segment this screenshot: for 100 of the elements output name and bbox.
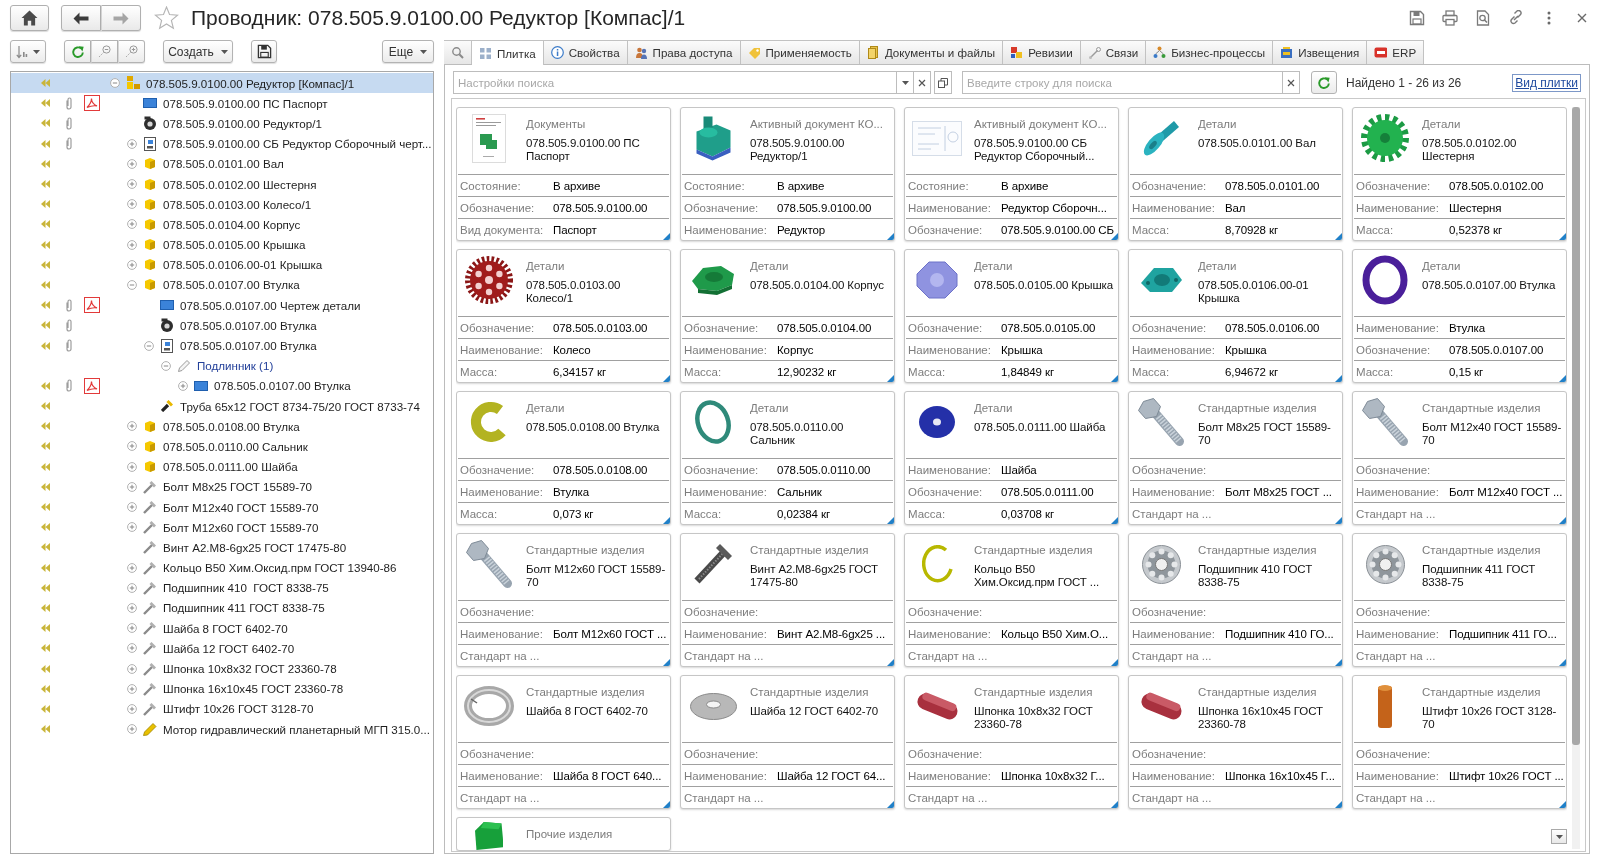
tab[interactable]: Ревизии: [1003, 40, 1081, 64]
search-settings-field[interactable]: Настройки поиска: [453, 71, 897, 94]
tile-card[interactable]: Стандартные изделия Подшипник 411 ГОСТ 8338-75 Обозначение: Наименование: Подшипник 411 ГО... Стандарт на ...: [1352, 533, 1567, 667]
tile-card[interactable]: Активный документ КО... 078.505.9.0100.00 Редуктор/1 Состояние: В архиве Обозначение: 078.505.9.0100.00 Наименование: Редуктор: [680, 107, 895, 241]
tree-item[interactable]: 078.505.0.0108.00 Втулка: [11, 416, 433, 437]
tile-card[interactable]: Стандартные изделия Шпонка 10х8х32 ГОСТ 23360-78 Обозначение: Наименование: Шпонка 10х8х32 Г... Стандарт на ...: [904, 675, 1119, 809]
expand-icon[interactable]: [127, 138, 137, 149]
expand-icon[interactable]: [127, 481, 137, 492]
tree-item[interactable]: Штифт 10х26 ГОСТ 3128-70: [11, 698, 433, 719]
tree-item[interactable]: Кольцо В50 Хим.Оксид.прм ГОСТ 13940-86: [11, 557, 433, 578]
tree-item[interactable]: 078.505.0.0106.00-01 Крышка: [11, 254, 433, 275]
tile-card[interactable]: Детали 078.505.0.0104.00 Корпус Обозначение: 078.505.0.0104.00 Наименование: Корпус Масса: 12,90232 кг: [680, 249, 895, 383]
print-icon[interactable]: [1442, 10, 1458, 26]
preview-icon[interactable]: [1475, 10, 1491, 26]
zoom-out-button[interactable]: [91, 40, 118, 63]
tab[interactable]: Связи: [1080, 40, 1147, 64]
tree-item[interactable]: 078.505.0.0105.00 Крышка: [11, 234, 433, 255]
paperclip-icon[interactable]: [66, 96, 72, 110]
tree-item[interactable]: Шпонка 10х8х32 ГОСТ 23360-78: [11, 658, 433, 679]
expand-icon[interactable]: [127, 562, 137, 573]
tile-card[interactable]: Стандартные изделия Шайба 8 ГОСТ 6402-70 Обозначение: Наименование: Шайба 8 ГОСТ 640... Стандарт на ...: [456, 675, 671, 809]
tree-item[interactable]: 078.505.9.0100.00 ПС Паспорт: [11, 93, 433, 114]
star-icon[interactable]: [154, 6, 179, 30]
tree-item[interactable]: 078.505.0.0107.00 Чертеж детали: [11, 295, 433, 316]
paperclip-icon[interactable]: [66, 298, 72, 312]
sort-button[interactable]: [10, 40, 46, 63]
tab[interactable]: Документы и файлы: [859, 40, 1004, 64]
tree-item[interactable]: 078.505.0.0107.00 Втулка: [11, 375, 433, 396]
refresh-button[interactable]: [64, 40, 91, 63]
tree-item[interactable]: 078.505.9.0100.00 Редуктор [Компас]/1: [11, 73, 433, 94]
tree-item[interactable]: 078.505.0.0104.00 Корпус: [11, 214, 433, 235]
expand-icon[interactable]: [178, 380, 188, 391]
expand-icon[interactable]: [127, 199, 137, 210]
expand-icon[interactable]: [127, 502, 137, 513]
tile-card[interactable]: Стандартные изделия Болт М12х60 ГОСТ 15589-70 Обозначение: Наименование: Болт М12х60 ГОСТ ... Стандарт на ...: [456, 533, 671, 667]
tile-card[interactable]: Детали 078.505.0.0102.00 Шестерня Обозначение: 078.505.0.0102.00 Наименование: Шестерня Масса: 0,52378 кг: [1352, 107, 1567, 241]
tree-item[interactable]: 078.505.0.0102.00 Шестерня: [11, 173, 433, 195]
expand-icon[interactable]: [127, 421, 137, 432]
tile-card[interactable]: Детали 078.505.0.0105.00 Крышка Обозначение: 078.505.0.0105.00 Наименование: Крышка Масса: 1,84849 кг: [904, 249, 1119, 383]
tile-card[interactable]: Прочие изделия: [456, 817, 671, 851]
tile-card[interactable]: Стандартные изделия Болт М12х40 ГОСТ 15589-70 Обозначение: Наименование: Болт М12х40 ГОСТ ... Стандарт на ...: [1352, 391, 1567, 525]
tree-item[interactable]: Винт А2.М8-6gх25 ГОСТ 17475-80: [11, 537, 433, 558]
tab[interactable]: Плитка: [472, 40, 544, 65]
more-button[interactable]: Еще: [382, 40, 434, 63]
expand-icon[interactable]: [127, 461, 137, 472]
tree-item[interactable]: 078.505.0.0107.00 Втулка: [11, 315, 433, 336]
tab[interactable]: Бизнес-процессы: [1146, 40, 1274, 64]
expand-icon[interactable]: [127, 179, 137, 190]
tile-card[interactable]: Детали 078.505.0.0106.00-01 Крышка Обозначение: 078.505.0.0106.00 Наименование: Крышка Масса: 6,94672 кг: [1128, 249, 1343, 383]
link-icon[interactable]: [1508, 10, 1524, 26]
collapse-icon[interactable]: [144, 340, 154, 351]
tree-item[interactable]: Шпонка 16х10х45 ГОСТ 23360-78: [11, 678, 433, 699]
copy-button[interactable]: [934, 71, 952, 94]
refresh-button[interactable]: [1311, 71, 1337, 94]
tree-item[interactable]: 078.505.0.0107.00 Втулка: [11, 274, 433, 296]
create-button[interactable]: Создать: [163, 40, 233, 63]
paperclip-icon[interactable]: [66, 318, 72, 332]
expand-icon[interactable]: [127, 623, 137, 634]
collapse-icon[interactable]: [127, 279, 137, 290]
tree-item[interactable]: 078.505.0.0110.00 Сальник: [11, 436, 433, 457]
tile-card[interactable]: Стандартные изделия Шайба 12 ГОСТ 6402-70 Обозначение: Наименование: Шайба 12 ГОСТ 64... Стандарт на ...: [680, 675, 895, 809]
home-button[interactable]: [10, 5, 49, 31]
collapse-icon[interactable]: [110, 78, 120, 89]
tile-card[interactable]: Детали 078.505.0.0103.00 Колесо/1 Обозначение: 078.505.0.0103.00 Наименование: Колесо Масса: 6,34157 кг: [456, 249, 671, 383]
tree-item[interactable]: 078.505.0.0107.00 Втулка: [11, 335, 433, 356]
clear-button[interactable]: [914, 71, 931, 94]
save-icon[interactable]: [1409, 10, 1425, 26]
tile-card[interactable]: Стандартные изделия Винт А2.М8-6gх25 ГОСТ 17475-80 Обозначение: Наименование: Винт А2.М8-6gх25 ... Стандарт на ...: [680, 533, 895, 667]
tree-item[interactable]: Мотор гидравлический планетарный МГП 315.0...: [11, 719, 433, 740]
expand-icon[interactable]: [127, 663, 137, 674]
tile-card[interactable]: Детали 078.505.0.0101.00 Вал Обозначение: 078.505.0.0101.00 Наименование: Вал Масса: 8,70928 кг: [1128, 107, 1343, 241]
tile-card[interactable]: Детали 078.505.0.0110.00 Сальник Обозначение: 078.505.0.0110.00 Наименование: Сальник Масса: 0,02384 кг: [680, 391, 895, 525]
tab[interactable]: Права доступа: [627, 40, 741, 64]
expand-icon[interactable]: [127, 219, 137, 230]
collapse-icon[interactable]: [161, 360, 171, 371]
zoom-in-button[interactable]: [118, 40, 145, 63]
tree-item[interactable]: Подшипник 411 ГОСТ 8338-75: [11, 597, 433, 619]
expand-icon[interactable]: [127, 683, 137, 694]
tree-item[interactable]: 078.505.0.0101.00 Вал: [11, 153, 433, 174]
tree-item[interactable]: 078.505.9.0100.00 Редуктор/1: [11, 113, 433, 134]
tile-card[interactable]: Стандартные изделия Подшипник 410 ГОСТ 8338-75 Обозначение: Наименование: Подшипник 410 ГО... Стандарт на ...: [1128, 533, 1343, 667]
pdf-icon[interactable]: [84, 377, 100, 394]
tree-item[interactable]: Труба 65х12 ГОСТ 8734-75/20 ГОСТ 8733-74: [11, 396, 433, 417]
tab[interactable]: Свойства: [543, 40, 628, 64]
search-field[interactable]: Введите строку для поиска: [962, 71, 1283, 94]
expand-icon[interactable]: [127, 643, 137, 654]
tile-card[interactable]: Детали 078.505.0.0111.00 Шайба Наименование: Шайба Обозначение: 078.505.0.0111.00 Масса: 0,03708 кг: [904, 391, 1119, 525]
tile-card[interactable]: Стандартные изделия Болт М8х25 ГОСТ 15589-70 Обозначение: Наименование: Болт М8х25 ГОСТ ... Стандарт на ...: [1128, 391, 1343, 525]
tile-card[interactable]: Активный документ КО... 078.505.9.0100.00 СБ Редуктор Сборочный... Состояние: В архиве Наименование: Редуктор Сборочн... Обозначение: 078.505.9.0100.00 СБ: [904, 107, 1119, 241]
tab[interactable]: [444, 40, 472, 64]
save-button[interactable]: [251, 40, 277, 63]
tile-card[interactable]: Стандартные изделия Кольцо В50 Хим.Оксид.прм ГОСТ ... Обозначение: Наименование: Кольцо В50 Хим.О... Стандарт на ...: [904, 533, 1119, 667]
tree-item[interactable]: Подлинник (1): [11, 355, 433, 376]
tree-item[interactable]: 078.505.9.0100.00 СБ Редуктор Сборочный черт...: [11, 133, 433, 154]
tree-item[interactable]: Болт М8х25 ГОСТ 15589-70: [11, 476, 433, 497]
expand-icon[interactable]: [127, 441, 137, 452]
expand-icon[interactable]: [127, 703, 137, 714]
tree-item[interactable]: 078.505.0.0111.00 Шайба: [11, 456, 433, 477]
tile-card[interactable]: Детали 078.505.0.0107.00 Втулка Наименование: Втулка Обозначение: 078.505.0.0107.00 Масса: 0,15 кг: [1352, 249, 1567, 383]
paperclip-icon[interactable]: [66, 116, 72, 130]
